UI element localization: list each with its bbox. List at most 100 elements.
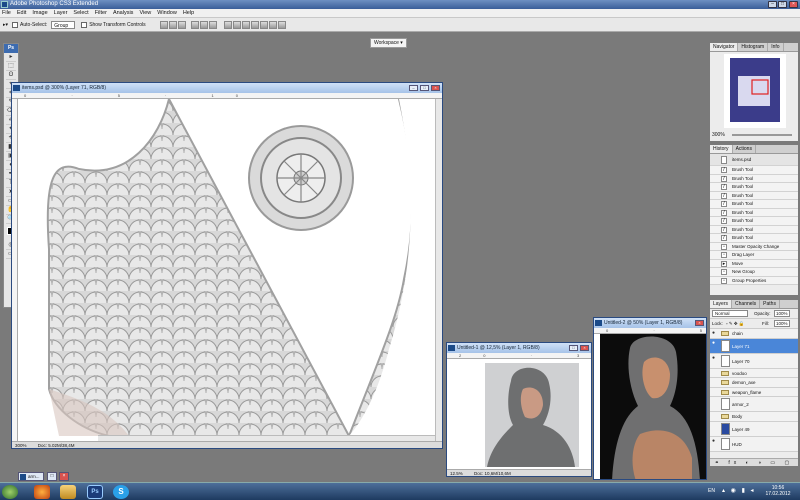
move-tool-icon[interactable]: ▸▾ bbox=[3, 22, 8, 28]
vertical-ruler[interactable] bbox=[12, 99, 18, 442]
document-window-untitled-1[interactable]: Untitled-1 @ 12,5% (Layer 1, RGB/8) □ × … bbox=[446, 342, 592, 477]
close-minimized-button[interactable]: × bbox=[59, 472, 69, 481]
menu-window[interactable]: Window bbox=[157, 10, 177, 16]
menu-layer[interactable]: Layer bbox=[54, 10, 68, 16]
canvas-chainmail-photo[interactable] bbox=[453, 359, 585, 469]
tab-layers[interactable]: Layers bbox=[710, 300, 733, 308]
document-titlebar[interactable]: Untitled-1 @ 12,5% (Layer 1, RGB/8) □ × bbox=[447, 343, 591, 353]
doc-maximize-button[interactable]: □ bbox=[420, 85, 429, 91]
menu-view[interactable]: View bbox=[139, 10, 151, 16]
canvas-woman-photo[interactable] bbox=[600, 334, 707, 480]
minimize-button[interactable]: – bbox=[768, 1, 777, 8]
history-snapshot[interactable]: items.psd bbox=[710, 154, 798, 166]
menu-image[interactable]: Image bbox=[32, 10, 47, 16]
layer-group-chain[interactable]: ● chain bbox=[710, 329, 798, 339]
layer-row[interactable]: armor_2 bbox=[710, 397, 798, 412]
navigator-zoom-slider[interactable] bbox=[732, 134, 792, 136]
menu-file[interactable]: File bbox=[2, 10, 11, 16]
tab-paths[interactable]: Paths bbox=[760, 300, 780, 308]
document-window-items[interactable]: items.psd @ 300% (Layer 71, RGB/8) – □ ×… bbox=[11, 82, 443, 449]
align-middle-icon[interactable] bbox=[168, 20, 177, 29]
align-center-icon[interactable] bbox=[199, 20, 208, 29]
history-item[interactable]: ▫ Drag Layer bbox=[710, 251, 798, 260]
history-item[interactable]: / Brush Tool bbox=[710, 174, 798, 183]
tab-info[interactable]: Info bbox=[768, 43, 784, 51]
document-titlebar[interactable]: items.psd @ 300% (Layer 71, RGB/8) – □ × bbox=[12, 83, 442, 93]
start-button-icon[interactable] bbox=[2, 485, 18, 499]
navigator-preview[interactable] bbox=[724, 54, 786, 128]
doc-close-button[interactable]: × bbox=[431, 85, 440, 91]
history-item[interactable]: ▫ Master Opacity Change bbox=[710, 242, 798, 251]
layer-row[interactable]: Layer 49 bbox=[710, 421, 798, 437]
doc-close-button[interactable]: × bbox=[580, 345, 589, 351]
canvas-chainmail-artwork[interactable] bbox=[19, 99, 436, 436]
auto-align-icon[interactable] bbox=[277, 20, 286, 29]
history-item[interactable]: ▫ New Group bbox=[710, 268, 798, 277]
history-item[interactable]: / Brush Tool bbox=[710, 200, 798, 209]
opacity-input[interactable]: 100% bbox=[774, 310, 790, 317]
history-item[interactable]: ▫ Group Properties bbox=[710, 276, 798, 285]
layer-group[interactable]: weapon_flame bbox=[710, 387, 798, 397]
menu-help[interactable]: Help bbox=[183, 10, 194, 16]
minimized-document[interactable]: arm... bbox=[18, 472, 44, 481]
distribute-left-icon[interactable] bbox=[250, 20, 259, 29]
distribute-center-icon[interactable] bbox=[259, 20, 268, 29]
visibility-eye-icon[interactable]: ● bbox=[712, 438, 717, 444]
layer-row[interactable]: ● HUD bbox=[710, 436, 798, 452]
skype-icon[interactable]: S bbox=[113, 485, 129, 499]
lasso-tool[interactable]: ʘ bbox=[6, 72, 16, 80]
distribute-middle-icon[interactable] bbox=[232, 20, 241, 29]
explorer-folder-icon[interactable] bbox=[60, 485, 76, 499]
menu-edit[interactable]: Edit bbox=[17, 10, 26, 16]
history-item[interactable]: ▸ Move bbox=[710, 259, 798, 268]
menu-filter[interactable]: Filter bbox=[95, 10, 107, 16]
history-item[interactable]: / Brush Tool bbox=[710, 234, 798, 243]
show-transform-checkbox[interactable] bbox=[81, 21, 88, 28]
doc-maximize-button[interactable]: □ bbox=[569, 345, 578, 351]
zoom-level[interactable]: 300% bbox=[15, 443, 27, 448]
layer-row-selected[interactable]: ● Layer 71 bbox=[710, 338, 798, 354]
menu-select[interactable]: Select bbox=[73, 10, 88, 16]
vertical-scrollbar[interactable] bbox=[435, 99, 442, 442]
menu-analysis[interactable]: Analysis bbox=[113, 10, 133, 16]
history-item[interactable]: / Brush Tool bbox=[710, 208, 798, 217]
navigator-zoom[interactable]: 300% bbox=[712, 132, 725, 138]
distribute-top-icon[interactable] bbox=[223, 20, 232, 29]
visibility-eye-icon[interactable]: ● bbox=[712, 355, 717, 361]
align-bottom-icon[interactable] bbox=[177, 20, 186, 29]
history-item[interactable]: / Brush Tool bbox=[710, 225, 798, 234]
document-titlebar[interactable]: Untitled-2 @ 50% (Layer 1, RGB/8) × bbox=[594, 318, 706, 328]
document-window-untitled-2[interactable]: Untitled-2 @ 50% (Layer 1, RGB/8) × 0 · … bbox=[593, 317, 707, 480]
lock-icons[interactable]: ▫ ✎ ✥ 🔒 bbox=[726, 321, 745, 326]
auto-select-dropdown[interactable]: Group bbox=[51, 20, 76, 29]
tab-channels[interactable]: Channels bbox=[732, 300, 761, 308]
distribute-right-icon[interactable] bbox=[268, 20, 277, 29]
close-button[interactable]: × bbox=[789, 1, 798, 8]
tab-history[interactable]: History bbox=[710, 145, 733, 153]
layer-group[interactable]: demon_axe bbox=[710, 378, 798, 388]
clock[interactable]: 10:56 17.02.2012 bbox=[762, 485, 794, 497]
blend-mode-dropdown[interactable]: Normal bbox=[712, 310, 748, 317]
restore-button[interactable]: □ bbox=[47, 472, 57, 481]
layer-group[interactable]: Body bbox=[710, 412, 798, 422]
layers-footer-buttons[interactable]: ⚭ fx ◐ ◑ ▭ ▢ 🗑 bbox=[710, 458, 798, 466]
fill-input[interactable]: 100% bbox=[774, 320, 790, 327]
photoshop-taskbar-icon[interactable]: Ps bbox=[87, 485, 103, 499]
history-item[interactable]: / Brush Tool bbox=[710, 183, 798, 192]
tray-icons[interactable]: ▴ ◉ ▮ ◂ bbox=[722, 487, 756, 494]
zoom-level[interactable]: 12.5% bbox=[450, 471, 463, 476]
firefox-icon[interactable] bbox=[34, 485, 50, 499]
tab-actions[interactable]: Actions bbox=[733, 145, 756, 153]
language-indicator[interactable]: EN bbox=[708, 488, 715, 494]
workspace-dropdown[interactable]: Workspace ▾ bbox=[370, 38, 407, 48]
layer-group[interactable]: voodoo bbox=[710, 368, 798, 378]
doc-minimize-button[interactable]: – bbox=[409, 85, 418, 91]
move-tool[interactable]: ▸ bbox=[6, 54, 16, 62]
align-left-icon[interactable] bbox=[190, 20, 199, 29]
visibility-eye-icon[interactable]: ● bbox=[712, 331, 717, 336]
distribute-bottom-icon[interactable] bbox=[241, 20, 250, 29]
tab-navigator[interactable]: Navigator bbox=[710, 43, 739, 51]
doc-close-button[interactable]: × bbox=[695, 320, 704, 326]
marquee-tool[interactable]: ⬚ bbox=[6, 63, 16, 71]
history-item[interactable]: / Brush Tool bbox=[710, 191, 798, 200]
